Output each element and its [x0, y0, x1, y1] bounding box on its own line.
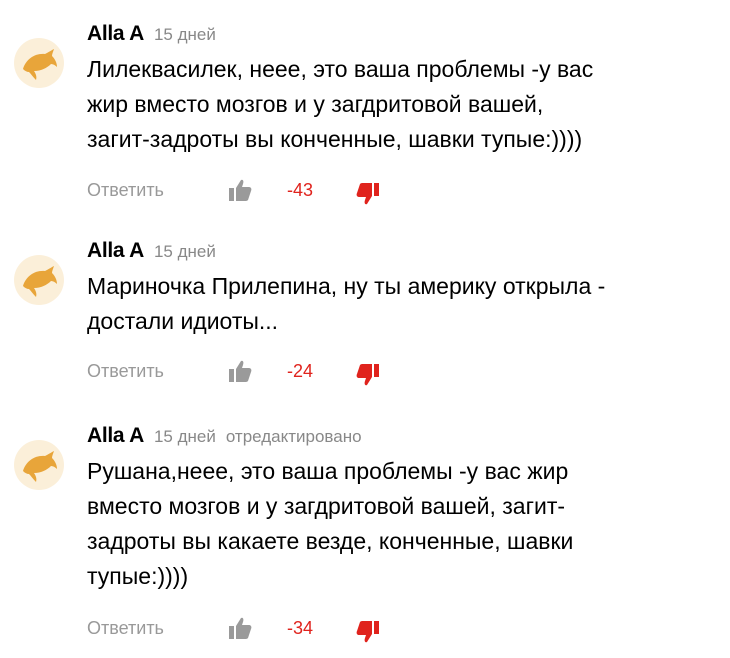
rating-score: -24 — [287, 361, 314, 381]
rating-score: -43 — [287, 180, 314, 200]
comment-text-line: Лилеквасилек, неее, это ваша проблемы -у… — [87, 56, 594, 82]
thumbs-up-icon[interactable] — [227, 177, 253, 203]
comment-text: Рушана,неее, это ваша проблемы -у вас жи… — [87, 454, 687, 594]
comment-text-line: вместо мозгов и у загдритовой вашей, заг… — [87, 493, 566, 519]
thumbs-down-icon[interactable] — [355, 618, 381, 646]
comment-header: Alla A 15 дней — [87, 239, 226, 263]
comment-text-line: жир вместо мозгов и у загдритовой вашей, — [87, 91, 544, 117]
comment: Alla A 15 дней Лилеквасилек, неее, это ва… — [0, 22, 730, 212]
thumbs-down-icon[interactable] — [355, 361, 381, 389]
author-name[interactable]: Alla A — [87, 22, 144, 45]
comment-text-line: тупые:)))) — [87, 563, 189, 589]
comment-text-line: загит-задроты вы конченные, шавки тупые:… — [87, 126, 583, 152]
reply-button[interactable]: Ответить — [87, 180, 164, 201]
thumbs-up-icon[interactable] — [227, 358, 253, 384]
dolphin-avatar-icon — [23, 266, 57, 297]
avatar[interactable] — [14, 440, 64, 490]
comment-time[interactable]: 15 дней — [154, 427, 216, 446]
reply-button[interactable]: Ответить — [87, 361, 164, 382]
comment-text-line: Рушана,неее, это ваша проблемы -у вас жи… — [87, 458, 569, 484]
thumbs-down-icon[interactable] — [355, 180, 381, 208]
reply-button[interactable]: Ответить — [87, 618, 164, 639]
comment-text-line: достали идиоты... — [87, 308, 279, 334]
thumbs-up-icon[interactable] — [227, 615, 253, 641]
comment-text: Мариночка Прилепина, ну ты америку откры… — [87, 269, 687, 339]
author-name[interactable]: Alla A — [87, 239, 144, 262]
comment-header: Alla A 15 дней — [87, 22, 226, 46]
dolphin-avatar-icon — [23, 49, 57, 80]
dolphin-avatar-icon — [23, 451, 57, 482]
comment-text: Лилеквасилек, неее, это ваша проблемы -у… — [87, 52, 687, 157]
comment-header: Alla A 15 дней отредактировано — [87, 424, 362, 448]
author-name[interactable]: Alla A — [87, 424, 144, 447]
comment-time[interactable]: 15 дней — [154, 25, 216, 44]
avatar[interactable] — [14, 255, 64, 305]
comment-time[interactable]: 15 дней — [154, 242, 216, 261]
comment-text-line: задроты вы какаете везде, конченные, шав… — [87, 528, 574, 554]
comment: Alla A 15 дней Мариночка Прилепина, ну ты… — [0, 239, 730, 389]
edited-label: отредактировано — [225, 427, 362, 446]
comment-text-line: Мариночка Прилепина, ну ты америку откры… — [87, 273, 606, 299]
comment: Alla A 15 дней отредактировано Рушана,неее… — [0, 424, 730, 649]
rating-score: -34 — [287, 618, 314, 638]
avatar[interactable] — [14, 38, 64, 88]
